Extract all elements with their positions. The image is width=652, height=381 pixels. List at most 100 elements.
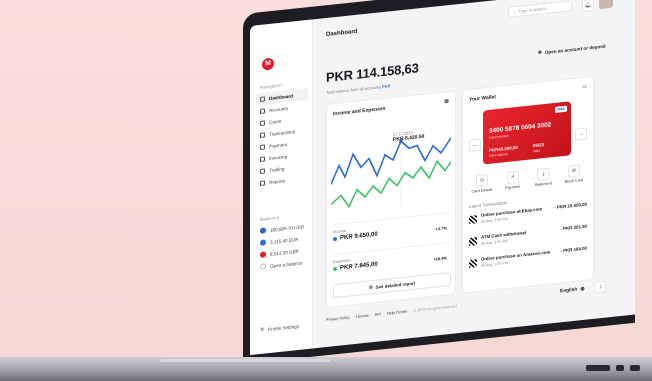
nav-heading: Navigation (260, 82, 282, 90)
transaction-date: 25 Aug, 1:00 PM (481, 260, 508, 268)
us-flag-icon (260, 227, 266, 234)
sidebar-item-label: Trading (269, 165, 285, 173)
open-account-button[interactable]: ⊕ Open an account or deposit (538, 43, 606, 56)
card-brand: VISA (554, 105, 567, 113)
port (630, 365, 640, 371)
latest-transactions-heading: Latest Transactions (469, 199, 508, 209)
reports-icon (260, 179, 265, 186)
income-value: PKR 9.650,00 (340, 231, 378, 242)
arrow-icon: ↗ (506, 170, 519, 185)
calendar-icon[interactable]: ▦ (444, 98, 449, 104)
transaction-name: Online purchase at Ebay.com (481, 206, 543, 218)
laptop-notch (160, 359, 330, 362)
download-icon: ⤓ (537, 167, 550, 181)
report-icon: ◎ (368, 284, 373, 290)
globe-icon: ◍ (580, 286, 585, 293)
balance-caption-text: Total balance from all accounts (326, 84, 381, 96)
card-details-button[interactable]: ⊙ Card Details (469, 173, 495, 194)
transaction-amount: - PKR 10.450,00 (554, 201, 587, 211)
currency-badge[interactable]: PKR (382, 83, 390, 89)
wallet-card: Your Wallet ▭ ← → VISA 3400 5878 0604 30… (462, 75, 594, 294)
total-balance: PKR 114.158,63 (326, 60, 419, 86)
card-actions: ⊙ Card Details ↗ Payment ⤓ Statement ⊘ Block… (469, 164, 587, 194)
page-title: Dashboard (326, 28, 358, 39)
credit-card[interactable]: VISA 3400 5878 0604 3002 Card number PKR… (483, 101, 571, 165)
sidebar-item-label: Invoicing (269, 153, 288, 161)
payment-button[interactable]: ↗ Payment (500, 170, 526, 191)
plus-icon (260, 263, 266, 270)
expenses-dot (333, 266, 337, 272)
sidebar-item-label: Transactions (269, 128, 296, 137)
income-expenses-title: Income and Expenses (333, 105, 386, 118)
wallet-icon[interactable]: ▭ (582, 84, 587, 90)
transaction-amount: - PKR 184.00 (560, 245, 587, 254)
copyright: © 2023 All rights reserved (413, 304, 457, 313)
card-valid-label: Valid (533, 148, 540, 154)
language-label: English (560, 287, 578, 295)
card-icon (260, 119, 265, 126)
sidebar: M Navigation Dashboard Accounts Cards Tr… (250, 19, 313, 355)
card-number: 3400 5878 0604 3002 (489, 121, 552, 135)
income-dot (333, 236, 337, 242)
action-label: Block Card (564, 177, 584, 184)
card-balance-label: Card balance (489, 151, 508, 158)
statement-button[interactable]: ⤓ Statement (530, 167, 556, 188)
license-link[interactable]: License (356, 314, 369, 319)
wallet-title: Your Wallet (469, 94, 496, 103)
gear-icon: ⚙ (260, 326, 265, 332)
sidebar-item-label: Accounts (269, 105, 288, 113)
balances-heading: Balances (260, 214, 279, 222)
balances-list: 180,899.70 USD 3,115.40 EUR 8,513.30 GBP… (256, 220, 308, 273)
report-label: See detailed report (375, 280, 416, 290)
block-card-button[interactable]: ⊘ Block Card (561, 164, 587, 185)
sidebar-item-label: Payment (269, 141, 288, 149)
card-valid: 06/23 (533, 142, 544, 149)
info-icon: ⊙ (476, 173, 488, 188)
port (616, 365, 624, 371)
action-label: Payment (505, 184, 521, 191)
uk-flag-icon (260, 251, 266, 258)
accounts-icon (260, 107, 265, 114)
income-expenses-chart (331, 137, 451, 210)
brand-logo: M (262, 57, 274, 71)
transaction-date: 25 Aug, 3:00 PM (481, 216, 508, 224)
next-card-button[interactable]: → (575, 127, 587, 141)
avatar[interactable] (599, 0, 613, 10)
transaction-amount: - PKR 201.50 (560, 223, 587, 232)
profile-settings-link[interactable]: ⚙ Profile Settings (260, 323, 299, 333)
theme-toggle-icon[interactable]: ☽ (594, 280, 606, 294)
laptop-ports (586, 365, 640, 371)
expenses-value: PKR 7.845,00 (340, 261, 378, 272)
main-content: Dashboard ⌕ Type to search ... 🔔︎ PKR 114… (312, 0, 635, 348)
action-label: Statement (534, 181, 552, 188)
transaction-date: 25 Aug, 2:15 AM (481, 238, 508, 246)
api-link[interactable]: API (375, 312, 381, 317)
search-icon: ⌕ (513, 9, 516, 15)
income-expenses-card: Income and Expenses ▦ 27.11.2023 PKR 8,42… (326, 90, 456, 309)
eu-flag-icon (260, 239, 266, 246)
profile-settings-label: Profile Settings (268, 323, 300, 332)
privacy-link[interactable]: Privacy Policy (326, 316, 350, 322)
dashboard-icon (260, 95, 265, 102)
card-number-label: Card number (489, 133, 509, 140)
laptop-base (0, 357, 652, 381)
bell-icon[interactable]: 🔔︎ (582, 0, 594, 13)
port (586, 365, 610, 371)
plus-circle-icon: ⊕ (538, 49, 542, 55)
balance-label: 8,513.30 GBP (270, 248, 299, 257)
invoice-icon (260, 155, 265, 162)
balance-label: Open a balance (270, 259, 303, 269)
transfer-icon (260, 131, 265, 138)
language-select[interactable]: English ◍ (560, 287, 585, 295)
action-label: Card Details (471, 187, 493, 194)
sidebar-item-label: Reports (269, 177, 286, 185)
prev-card-button[interactable]: ← (469, 138, 481, 152)
trading-icon (260, 167, 265, 174)
balance-label: 180,899.70 USD (270, 223, 304, 233)
search-input[interactable]: ⌕ Type to search ... (508, 0, 572, 18)
search-placeholder: Type to search ... (518, 5, 551, 14)
merchant-icon (469, 215, 477, 224)
help-link[interactable]: Help Center (387, 309, 407, 315)
merchant-icon (469, 259, 477, 268)
app-screen: M Navigation Dashboard Accounts Cards Tr… (250, 0, 635, 355)
